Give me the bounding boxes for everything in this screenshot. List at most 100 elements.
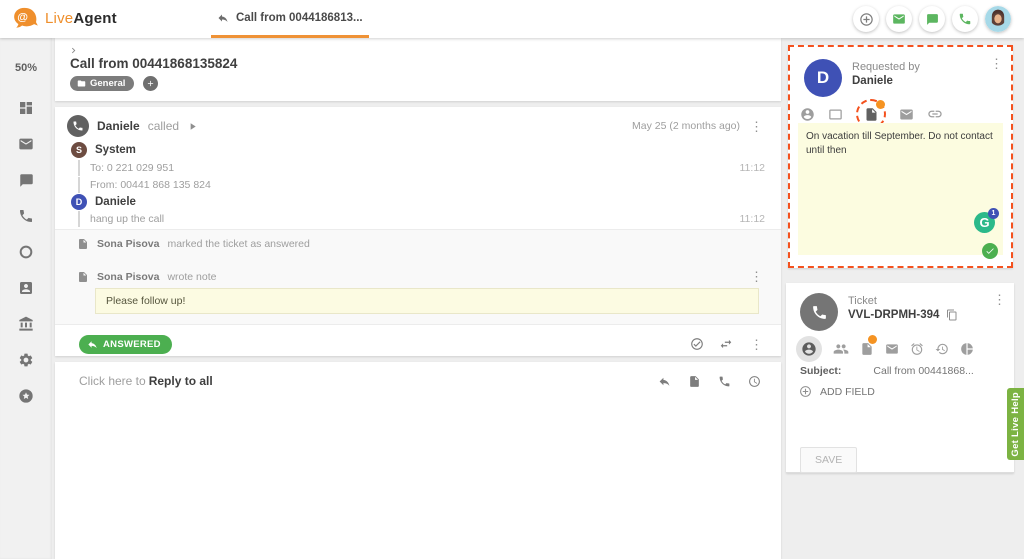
event-row-note: Sona Pisova wrote note ⋮ — [77, 268, 765, 285]
message-time: 11:12 — [740, 213, 766, 225]
sidebar-item-profile[interactable] — [0, 378, 52, 414]
requester-label: Requested by — [852, 61, 920, 73]
sidebar-item-contacts[interactable] — [0, 270, 52, 306]
message-author: System — [95, 144, 136, 156]
mail-icon — [18, 136, 34, 152]
reply-arrow-icon[interactable] — [658, 375, 671, 388]
folder-icon — [77, 79, 86, 88]
sidebar-item-online-visitors[interactable] — [0, 234, 52, 270]
event-text: wrote note — [167, 271, 216, 283]
logo-bubble-icon: @ — [13, 7, 39, 29]
ticket-events-section: Sona Pisova marked the ticket as answere… — [55, 229, 781, 325]
bank-icon — [18, 316, 34, 332]
load-percentage: 50% — [0, 62, 52, 74]
status-menu-dots[interactable]: ⋮ — [748, 336, 765, 353]
top-header: @ LiveAgent Call from 0044186813... — [0, 0, 1024, 38]
add-tag-button[interactable] — [143, 76, 158, 91]
call-author: Daniele — [97, 119, 140, 133]
subject-row: Subject: Call from 00441868... — [800, 365, 1004, 377]
department-badge[interactable]: General — [70, 76, 134, 91]
play-recording-icon[interactable] — [187, 121, 198, 132]
ticket-note-tab[interactable] — [860, 340, 874, 358]
sidebar-item-calls[interactable] — [0, 198, 52, 234]
call-verb: called — [148, 119, 179, 133]
phone-icon — [811, 304, 828, 321]
plus-circle-icon — [799, 385, 812, 398]
phone-icon — [18, 208, 34, 224]
header-action-buttons — [853, 6, 1011, 32]
ticket-code: VVL-DRPMH-394 — [848, 309, 939, 321]
phone-icon[interactable] — [718, 375, 731, 388]
tab-call-ticket[interactable]: Call from 0044186813... — [211, 0, 369, 38]
requester-avatar[interactable]: D — [804, 59, 842, 97]
note-icon — [77, 271, 89, 283]
requester-name[interactable]: Daniele — [852, 75, 893, 87]
contact-card-icon[interactable] — [828, 107, 843, 122]
new-chat-button[interactable] — [919, 6, 945, 32]
reply-action: Reply to all — [149, 374, 213, 388]
note-indicator-dot — [876, 100, 885, 109]
ticket-menu-dots[interactable]: ⋮ — [991, 291, 1008, 308]
sidebar-item-dashboard[interactable] — [0, 90, 52, 126]
conversation-card: Daniele called May 25 (2 months ago) ⋮ S… — [55, 107, 781, 356]
chevron-right-icon[interactable] — [68, 45, 79, 56]
event-author: Sona Pisova — [97, 271, 159, 283]
tab-label: Call from 0044186813... — [236, 12, 363, 24]
reply-arrow-icon — [87, 339, 98, 350]
daniele-avatar: D — [71, 194, 87, 210]
alarm-icon[interactable] — [910, 342, 924, 356]
ticket-avatar — [800, 293, 838, 331]
sidebar-item-tickets[interactable] — [0, 126, 52, 162]
requester-menu-dots[interactable]: ⋮ — [988, 55, 1005, 72]
liveagent-logo[interactable]: @ LiveAgent — [13, 7, 117, 29]
note-menu-dots[interactable]: ⋮ — [748, 268, 765, 285]
ring-icon — [18, 244, 34, 260]
grammarly-check-icon[interactable] — [982, 243, 998, 259]
copy-icon[interactable] — [946, 309, 958, 321]
note-icon — [77, 238, 89, 250]
sidebar-item-settings[interactable] — [0, 342, 52, 378]
email-icon[interactable] — [899, 107, 914, 122]
left-sidebar: 50% — [0, 38, 52, 559]
ticket-label: Ticket — [848, 295, 877, 307]
transfer-icon[interactable] — [719, 337, 733, 351]
subject-value: Call from 00441868... — [873, 365, 973, 377]
reply-to-all-field[interactable]: Click here to Reply to all — [79, 370, 761, 392]
ticket-info-tab-selected[interactable] — [796, 336, 822, 362]
email-icon[interactable] — [885, 342, 899, 356]
new-email-button[interactable] — [886, 6, 912, 32]
clock-icon[interactable] — [748, 375, 761, 388]
status-badge[interactable]: ANSWERED — [79, 335, 172, 354]
grammarly-icon[interactable]: G 1 — [974, 212, 995, 233]
pie-chart-icon[interactable] — [960, 342, 974, 356]
resolve-check-icon[interactable] — [690, 337, 704, 351]
message-time: 11:12 — [740, 162, 766, 174]
reply-card: Click here to Reply to all — [55, 362, 781, 559]
get-live-help-button[interactable]: Get Live Help — [1007, 388, 1024, 460]
sidebar-item-companies[interactable] — [0, 306, 52, 342]
save-button[interactable]: SAVE — [800, 447, 857, 473]
internal-note[interactable]: Please follow up! — [95, 288, 759, 314]
call-header-row: Daniele called May 25 (2 months ago) ⋮ — [67, 114, 765, 138]
link-icon[interactable] — [927, 106, 943, 122]
add-field-button[interactable]: ADD FIELD — [799, 385, 875, 398]
note-icon[interactable] — [688, 375, 701, 388]
add-circle-button[interactable] — [853, 6, 879, 32]
message-line: From: 00441 868 135 824 — [78, 177, 765, 193]
logo-text: LiveAgent — [45, 10, 117, 27]
email-icon — [892, 12, 906, 26]
ticket-detail-card: Ticket VVL-DRPMH-394 ⋮ Subject: Call fro… — [786, 283, 1014, 473]
message-header-system: S System — [71, 142, 136, 158]
user-avatar[interactable] — [985, 6, 1011, 32]
person-circle-icon[interactable] — [800, 107, 815, 122]
history-icon[interactable] — [935, 342, 949, 356]
group-icon[interactable] — [833, 341, 849, 357]
phone-icon — [958, 12, 972, 26]
chat-icon — [926, 13, 939, 26]
requester-card: D Requested by Daniele ⋮ On vacation til… — [788, 45, 1013, 268]
sidebar-item-chats[interactable] — [0, 162, 52, 198]
requester-note-textarea[interactable]: On vacation till September. Do not conta… — [798, 123, 1003, 255]
reply-prefix: Click here to — [79, 374, 146, 388]
new-call-button[interactable] — [952, 6, 978, 32]
call-menu-dots[interactable]: ⋮ — [748, 118, 765, 135]
